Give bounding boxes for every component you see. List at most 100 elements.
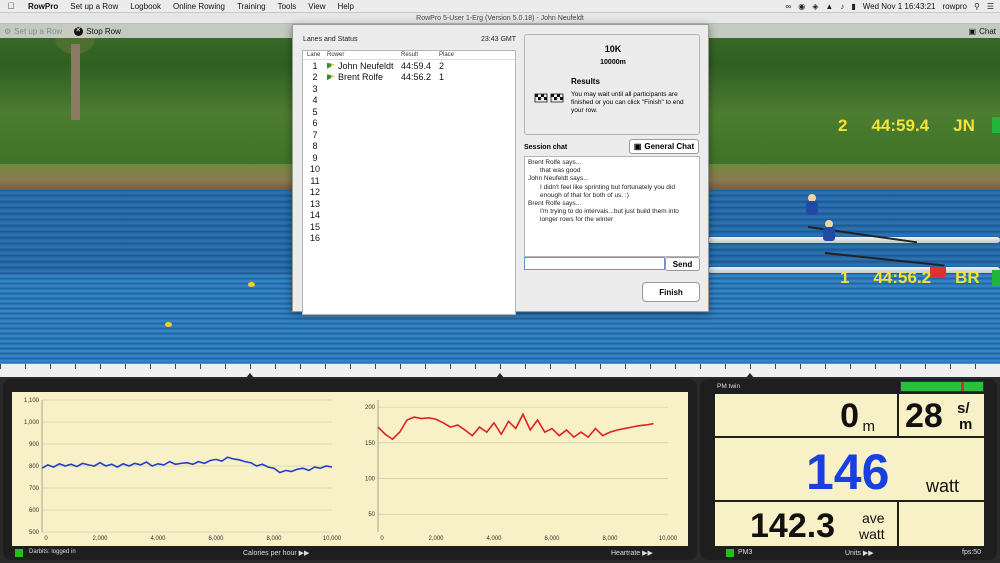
rower-jn: [805, 194, 819, 216]
lane-row[interactable]: 9: [303, 152, 515, 164]
finish-button[interactable]: Finish: [642, 282, 700, 302]
menu-setup-row[interactable]: Set up a Row: [64, 2, 124, 11]
lane-row[interactable]: 3: [303, 83, 515, 95]
course-tick: [900, 364, 901, 369]
rower-cell: Brent Rolfe: [327, 72, 401, 82]
course-tick: [325, 364, 326, 369]
flag-icon: [327, 62, 335, 69]
menu-logbook[interactable]: Logbook: [124, 2, 167, 11]
general-chat-button[interactable]: ▣ General Chat: [629, 139, 699, 154]
col-place[interactable]: Place: [439, 52, 459, 58]
course-tick: [225, 364, 226, 369]
send-button[interactable]: Send: [665, 257, 700, 271]
tree: [55, 24, 95, 120]
lane-number: 6: [312, 118, 318, 129]
lane-row[interactable]: 7: [303, 129, 515, 141]
course-progress-strip: [0, 363, 1000, 378]
lane-initials: BR: [955, 268, 980, 287]
menu-app[interactable]: RowPro: [22, 2, 64, 11]
right-graph-selector[interactable]: Heartrate ▶▶: [611, 549, 653, 557]
menu-help[interactable]: Help: [332, 2, 360, 11]
left-graph-selector[interactable]: Calories per hour ▶▶: [243, 549, 309, 557]
y-tick-label: 900: [29, 442, 40, 448]
lane-row[interactable]: 16: [303, 233, 515, 245]
pm-panel: PM twin 0 m 28 s/ m 146 watt 142.3 ave w…: [700, 379, 997, 560]
course-tick: [450, 364, 451, 369]
menubar-user[interactable]: rowpro: [943, 2, 967, 11]
course-tick: [75, 364, 76, 369]
distance-unit: m: [862, 418, 876, 435]
x-tick-label: 4,000: [486, 536, 502, 542]
menubar-clock[interactable]: Wed Nov 1 16:43:21: [863, 2, 936, 11]
lane-row[interactable]: 14: [303, 210, 515, 222]
y-tick-label: 500: [29, 530, 40, 536]
col-rower[interactable]: Rower: [327, 52, 401, 58]
col-result[interactable]: Result: [401, 52, 439, 58]
distance-value: 0: [840, 397, 859, 435]
lane-row[interactable]: 13: [303, 198, 515, 210]
battery-icon[interactable]: ▮: [851, 2, 855, 11]
lane-row[interactable]: 2 Brent Rolfe 44:56.2 1: [303, 72, 515, 84]
list-icon[interactable]: ☰: [987, 2, 994, 11]
y-tick-label: 800: [29, 464, 40, 470]
lanes-status-dialog: Lanes and Status 23:43 GMT Lane Rower Re…: [292, 24, 709, 315]
lane-row[interactable]: 8: [303, 141, 515, 153]
chat-message: I didn't feel like sprinting but fortuna…: [540, 183, 675, 199]
stroke-rate-cell: 28 s/ m: [899, 394, 984, 436]
lane-number: 16: [309, 233, 320, 244]
search-icon[interactable]: ⚲: [974, 2, 980, 11]
wifi-icon[interactable]: ◈: [812, 2, 818, 11]
darbits-status: Darbits: logged in: [29, 549, 76, 555]
lane-row[interactable]: 10: [303, 164, 515, 176]
setup-row-button[interactable]: ⚙ Set up a Row: [4, 27, 62, 36]
average-watts-unit-top: ave: [862, 510, 885, 526]
x-tick-label: 0: [380, 536, 384, 542]
lane-row[interactable]: 15: [303, 221, 515, 233]
rower-name: Brent Rolfe: [338, 72, 384, 83]
lane-row[interactable]: 5: [303, 106, 515, 118]
event-distance: 10000m: [600, 59, 626, 66]
course-tick: [950, 364, 951, 369]
lane-row[interactable]: 11: [303, 175, 515, 187]
next-icon: ▶▶: [642, 550, 653, 557]
lane-row[interactable]: 6: [303, 118, 515, 130]
course-tick: [375, 364, 376, 369]
menu-training[interactable]: Training: [231, 2, 272, 11]
course-tick: [825, 364, 826, 369]
lane-2-tag: [992, 117, 1000, 133]
course-tick: [25, 364, 26, 369]
lane-number: 1: [840, 268, 850, 287]
course-tick: [650, 364, 651, 369]
course-tick: [700, 364, 701, 369]
col-lane[interactable]: Lane: [303, 52, 327, 58]
chat-button[interactable]: ▣ Chat: [969, 27, 1000, 36]
lane-time: 44:56.2: [873, 268, 932, 287]
eye-icon[interactable]: ◉: [798, 2, 805, 11]
infinity-icon[interactable]: ∞: [786, 2, 792, 11]
status-indicator: [15, 549, 23, 557]
rower-cell: John Neufeldt: [327, 61, 401, 71]
volume-icon[interactable]: ♪: [840, 2, 844, 11]
apple-menu-icon[interactable]: : [0, 1, 22, 11]
calories-chart: 1,100 1,000 900 800 700 600 500 0 2,000 4,000 6,00…: [24, 398, 342, 542]
chat-input[interactable]: [524, 257, 665, 270]
units-selector[interactable]: Units ▶▶: [845, 549, 874, 557]
menu-view[interactable]: View: [302, 2, 331, 11]
menu-online-rowing[interactable]: Online Rowing: [167, 2, 231, 11]
event-name: 10K: [604, 44, 622, 54]
course-tick: [575, 364, 576, 369]
lane-row[interactable]: 4: [303, 95, 515, 107]
stop-icon: [74, 26, 84, 36]
course-tick: [625, 364, 626, 369]
lane-row[interactable]: 1 John Neufeldt 44:59.4 2: [303, 60, 515, 72]
lane-1-readout: 1 44:56.2 BR: [840, 268, 980, 288]
lane-row[interactable]: 12: [303, 187, 515, 199]
x-tick-label: 2,000: [92, 536, 108, 542]
upload-icon[interactable]: ▲: [825, 2, 833, 11]
table-header: Lane Rower Result Place: [303, 51, 515, 60]
lane-number: 8: [312, 141, 318, 152]
stop-row-button[interactable]: Stop Row: [74, 26, 121, 36]
menu-tools[interactable]: Tools: [272, 2, 303, 11]
chat-log[interactable]: Brent Rolfe says... that was good John Neu…: [524, 156, 700, 257]
lane-1-tag: [992, 270, 1000, 286]
